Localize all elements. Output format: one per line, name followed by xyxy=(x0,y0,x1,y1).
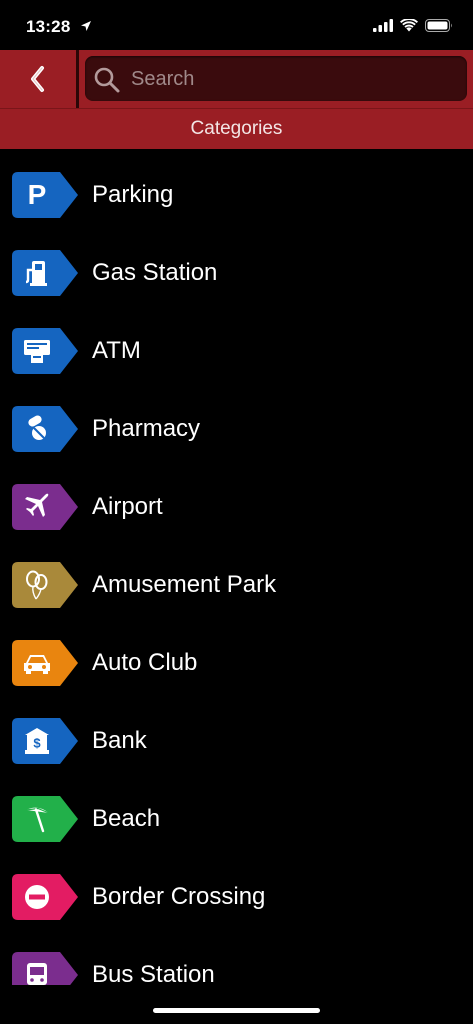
gas-pump-icon xyxy=(12,250,62,296)
category-tag xyxy=(12,250,78,296)
categories-header: Categories xyxy=(0,108,473,149)
category-tag xyxy=(12,952,78,985)
category-tag: P xyxy=(12,172,78,218)
car-icon xyxy=(12,640,62,686)
list-item-label: Amusement Park xyxy=(92,571,277,598)
wifi-icon xyxy=(400,19,418,32)
category-tag xyxy=(12,328,78,374)
list-item-label: Bank xyxy=(92,727,147,754)
status-time: 13:28 xyxy=(26,17,71,36)
list-item-label: Airport xyxy=(92,493,163,520)
category-tag xyxy=(12,484,78,530)
list-item-label: Gas Station xyxy=(92,259,218,286)
list-item-label: Pharmacy xyxy=(92,415,201,442)
search-input[interactable] xyxy=(129,56,463,103)
svg-text:$: $ xyxy=(33,736,41,751)
home-indicator[interactable] xyxy=(153,1008,320,1013)
list-item-pharmacy[interactable]: Pharmacy xyxy=(0,390,473,468)
beach-umbrella-icon xyxy=(12,796,62,842)
category-tag xyxy=(12,640,78,686)
category-tag xyxy=(12,874,78,920)
status-indicators xyxy=(373,19,453,32)
header-divider xyxy=(76,50,79,108)
list-item-gas-station[interactable]: Gas Station xyxy=(0,234,473,312)
header-bar xyxy=(0,50,473,108)
search-icon xyxy=(94,67,120,93)
battery-icon xyxy=(425,19,452,32)
back-button[interactable] xyxy=(0,50,76,108)
no-entry-icon xyxy=(12,874,62,920)
list-item-label: Border Crossing xyxy=(92,883,266,910)
cellular-signal-icon xyxy=(373,19,393,32)
category-tag xyxy=(12,406,78,452)
category-tag xyxy=(12,562,78,608)
atm-icon xyxy=(12,328,62,374)
bank-icon: $ xyxy=(12,718,62,764)
category-tag: $ xyxy=(12,718,78,764)
airplane-icon xyxy=(12,484,62,530)
status-bar: 13:28 xyxy=(0,0,473,50)
list-item-label: Beach xyxy=(92,805,161,832)
list-item-label: Bus Station xyxy=(92,961,215,985)
balloons-icon xyxy=(12,562,62,608)
list-item-label: Parking xyxy=(92,181,174,208)
list-item-border-crossing[interactable]: Border Crossing xyxy=(0,858,473,936)
list-item-label: ATM xyxy=(92,337,141,364)
list-item-amusement-park[interactable]: Amusement Park xyxy=(0,546,473,624)
list-item-beach[interactable]: Beach xyxy=(0,780,473,858)
list-item-bank[interactable]: $ Bank xyxy=(0,702,473,780)
search-box[interactable] xyxy=(85,56,467,103)
category-tag xyxy=(12,796,78,842)
page-title: Categories xyxy=(190,118,283,139)
parking-icon: P xyxy=(27,179,47,210)
list-item-bus-station[interactable]: Bus Station xyxy=(0,936,473,985)
chevron-left-icon xyxy=(31,66,44,92)
bus-icon xyxy=(12,952,62,985)
location-arrow-icon xyxy=(81,21,91,31)
list-item-atm[interactable]: ATM xyxy=(0,312,473,390)
list-item-label: Auto Club xyxy=(92,649,198,676)
list-item-parking[interactable]: P Parking xyxy=(0,156,473,234)
category-list[interactable]: P Parking Gas Station ATM Pharmacy Airpo… xyxy=(0,156,473,985)
list-item-auto-club[interactable]: Auto Club xyxy=(0,624,473,702)
pill-icon xyxy=(12,406,62,452)
list-item-airport[interactable]: Airport xyxy=(0,468,473,546)
